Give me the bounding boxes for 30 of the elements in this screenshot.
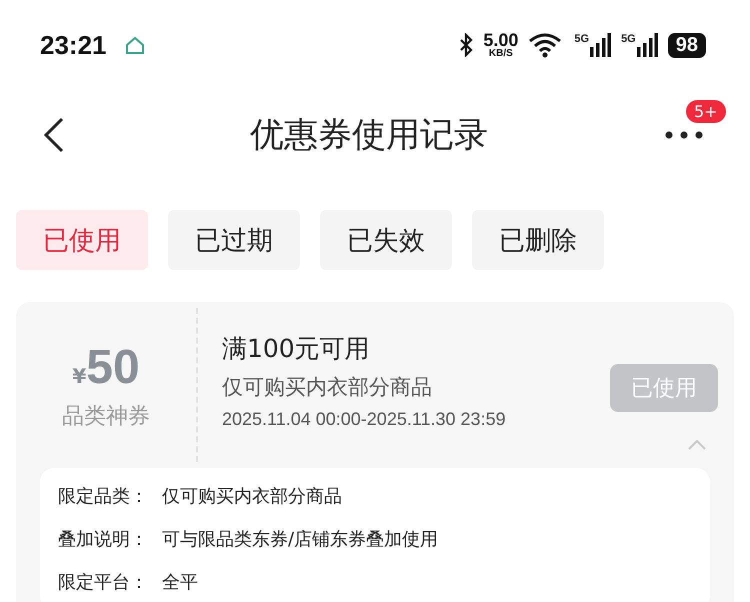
speed-unit: KB/S xyxy=(488,49,513,59)
battery-level: 98 xyxy=(668,32,706,58)
detail-label: 限定品类： xyxy=(58,485,149,508)
coupon-amount: 50 xyxy=(86,340,140,394)
currency-symbol: ¥ xyxy=(72,364,86,388)
bluetooth-icon xyxy=(459,33,474,57)
filter-tab[interactable]: 已删除 xyxy=(472,210,604,270)
detail-label: 叠加说明： xyxy=(58,528,149,551)
detail-value: 仅可购买内衣部分商品 xyxy=(162,485,342,508)
signal-icon xyxy=(636,33,658,57)
network-label: 5G xyxy=(621,33,636,45)
network-label: 5G xyxy=(574,33,590,45)
filter-tab[interactable]: 已使用 xyxy=(16,210,148,270)
coupon-type: 品类神券 xyxy=(62,402,150,430)
detail-value: 全平 xyxy=(162,571,198,594)
signal-icon xyxy=(589,33,612,57)
page-title: 优惠券使用记录 xyxy=(250,114,488,157)
coupon-scope: 仅可购买内衣部分商品 xyxy=(222,374,433,401)
home-icon xyxy=(124,36,144,54)
detail-label: 限定平台： xyxy=(58,571,149,594)
filter-tab[interactable]: 已过期 xyxy=(168,210,300,270)
speed-value: 5.00 xyxy=(483,31,518,49)
status-time: 23:21 xyxy=(40,30,106,60)
detail-value: 可与限品类东券/店铺东券叠加使用 xyxy=(162,528,438,551)
filter-tab[interactable]: 已失效 xyxy=(320,210,452,270)
coupon-condition: 满100元可用 xyxy=(222,333,371,365)
more-icon[interactable] xyxy=(664,130,704,140)
notification-badge: 5+ xyxy=(684,98,728,125)
validity-period: 2025.11.04 00:00-2025.11.30 23:59 xyxy=(222,409,507,430)
back-icon[interactable] xyxy=(42,117,66,153)
